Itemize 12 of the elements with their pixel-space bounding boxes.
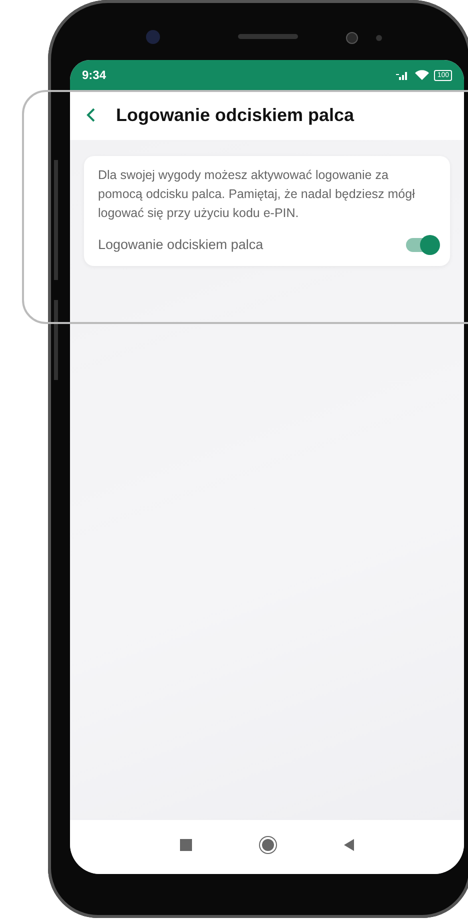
toggle-label: Logowanie odciskiem palca	[98, 237, 264, 252]
speaker-grille	[238, 34, 298, 39]
home-icon[interactable]	[262, 839, 274, 851]
back-triangle-icon[interactable]	[344, 839, 354, 851]
wifi-icon	[415, 70, 430, 80]
page-title: Logowanie odciskiem palca	[116, 104, 354, 126]
sensor-icon	[346, 32, 358, 44]
back-icon[interactable]	[86, 107, 96, 123]
clock-time: 9:34	[82, 68, 106, 82]
description-text: Dla swojej wygody możesz aktywować logowanie za pomocą odcisku palca. Pamiętaj, że nadal będziesz mógł logować się przy użyciu kodu e-PIN.	[98, 167, 416, 222]
camera-icon	[146, 30, 160, 44]
sensor-icon	[376, 35, 382, 41]
